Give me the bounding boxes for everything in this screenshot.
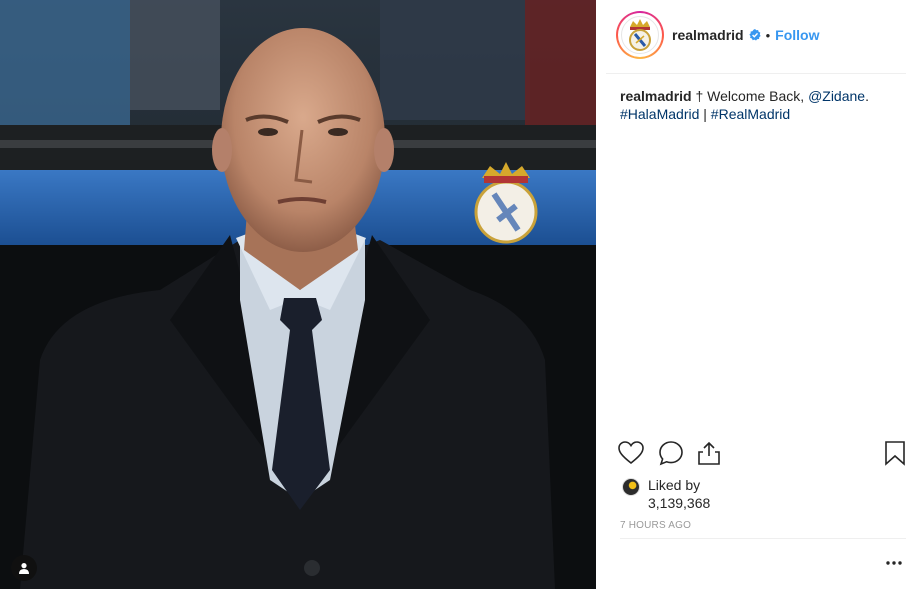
post-actions <box>618 440 908 470</box>
likes-count[interactable]: 3,139,368 <box>648 495 710 511</box>
more-options-icon[interactable] <box>886 560 902 566</box>
profile-username[interactable]: realmadrid <box>672 27 744 43</box>
post-photo[interactable] <box>0 0 596 589</box>
photo-illustration <box>0 0 596 589</box>
caption-emoji: † <box>695 88 704 104</box>
post-timestamp[interactable]: 7 HOURS AGO <box>620 520 691 531</box>
hashtag-realmadrid-link[interactable]: #RealMadrid <box>711 106 790 122</box>
user-tag-button[interactable] <box>11 555 37 581</box>
hashtag-halamadrid-link[interactable]: #HalaMadrid <box>620 106 699 122</box>
liker-avatar[interactable] <box>622 478 640 496</box>
comment-icon[interactable] <box>658 440 684 466</box>
likes-section: Liked by 3,139,368 <box>620 476 850 514</box>
caption-divider: | <box>703 106 707 122</box>
post-header: realmadrid • Follow <box>596 0 912 74</box>
follow-button[interactable]: Follow <box>775 27 819 43</box>
header-separator: • <box>765 27 771 43</box>
share-icon[interactable] <box>696 440 722 466</box>
caption-mention-link[interactable]: @Zidane <box>808 88 865 104</box>
post-details-panel: realmadrid • Follow realmadrid † Welcome… <box>596 0 912 589</box>
liked-by-label: Liked by <box>648 477 701 493</box>
profile-avatar[interactable] <box>616 11 664 59</box>
header-divider <box>606 73 906 74</box>
caption-text: Welcome Back, <box>707 88 805 104</box>
bookmark-icon[interactable] <box>884 440 906 466</box>
post-caption: realmadrid † Welcome Back, @Zidane. #Hal… <box>620 87 900 123</box>
user-tag-icon <box>19 563 29 574</box>
club-crest-logo <box>629 19 651 51</box>
caption-text-end: . <box>865 88 869 104</box>
caption-author[interactable]: realmadrid <box>620 88 692 104</box>
bottom-divider <box>620 538 906 539</box>
heart-icon[interactable] <box>618 440 644 466</box>
verified-badge-icon <box>748 29 761 41</box>
